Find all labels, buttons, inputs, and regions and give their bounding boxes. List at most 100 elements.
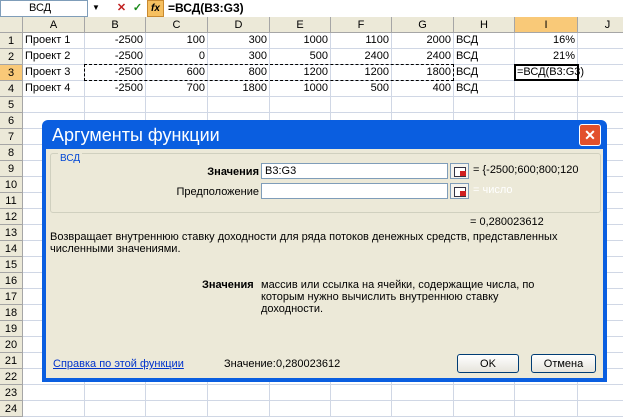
row-header[interactable]: 8 bbox=[0, 145, 23, 161]
cell[interactable] bbox=[578, 401, 623, 417]
cell[interactable]: 2400 bbox=[392, 49, 454, 65]
column-header[interactable]: E bbox=[270, 17, 331, 33]
row-header[interactable]: 23 bbox=[0, 385, 23, 401]
row-header[interactable]: 11 bbox=[0, 193, 23, 209]
row-header[interactable]: 13 bbox=[0, 225, 23, 241]
column-header[interactable]: D bbox=[208, 17, 270, 33]
name-box-dropdown-icon[interactable]: ▼ bbox=[89, 2, 103, 14]
cell[interactable]: Проект 1 bbox=[23, 33, 85, 49]
column-header[interactable]: H bbox=[454, 17, 515, 33]
cell[interactable]: 0 bbox=[146, 49, 208, 65]
row-header[interactable]: 7 bbox=[0, 129, 23, 145]
cell[interactable]: 800 bbox=[208, 65, 270, 81]
cell[interactable] bbox=[515, 81, 578, 97]
row-header[interactable]: 18 bbox=[0, 305, 23, 321]
cell[interactable] bbox=[331, 385, 392, 401]
cell[interactable] bbox=[270, 97, 331, 113]
cell[interactable] bbox=[85, 385, 146, 401]
help-link[interactable]: Справка по этой функции bbox=[53, 358, 184, 370]
cell[interactable] bbox=[454, 97, 515, 113]
cell[interactable] bbox=[85, 97, 146, 113]
cell[interactable] bbox=[146, 385, 208, 401]
row-header[interactable]: 21 bbox=[0, 353, 23, 369]
row-header[interactable]: 1 bbox=[0, 33, 23, 49]
cell[interactable]: 300 bbox=[208, 49, 270, 65]
cell[interactable] bbox=[23, 385, 85, 401]
cell[interactable] bbox=[392, 401, 454, 417]
cell[interactable]: 300 bbox=[208, 33, 270, 49]
arg1-input[interactable]: B3:G3 bbox=[261, 163, 448, 179]
cell[interactable] bbox=[23, 401, 85, 417]
row-header[interactable]: 24 bbox=[0, 401, 23, 417]
cell[interactable] bbox=[454, 401, 515, 417]
cell[interactable]: ВСД bbox=[454, 81, 515, 97]
row-header[interactable]: 14 bbox=[0, 241, 23, 257]
cell[interactable]: 700 bbox=[146, 81, 208, 97]
cell[interactable] bbox=[208, 401, 270, 417]
cell[interactable] bbox=[208, 385, 270, 401]
cell[interactable]: 500 bbox=[331, 81, 392, 97]
cell[interactable] bbox=[392, 97, 454, 113]
active-cell[interactable]: =ВСД(B3:G3) bbox=[514, 64, 584, 81]
cell[interactable]: Проект 2 bbox=[23, 49, 85, 65]
cell[interactable] bbox=[270, 401, 331, 417]
cell[interactable] bbox=[578, 385, 623, 401]
cell[interactable] bbox=[515, 385, 578, 401]
cell[interactable]: 400 bbox=[392, 81, 454, 97]
row-header[interactable]: 20 bbox=[0, 337, 23, 353]
row-header[interactable]: 9 bbox=[0, 161, 23, 177]
cell[interactable]: -2500 bbox=[85, 49, 146, 65]
column-header[interactable]: B bbox=[85, 17, 146, 33]
cell[interactable] bbox=[454, 385, 515, 401]
name-box[interactable]: ВСД bbox=[0, 0, 88, 17]
row-header[interactable]: 6 bbox=[0, 113, 23, 129]
cell[interactable] bbox=[146, 401, 208, 417]
cell[interactable]: 100 bbox=[146, 33, 208, 49]
cell[interactable] bbox=[208, 97, 270, 113]
cell[interactable]: ВСД bbox=[454, 49, 515, 65]
cell[interactable] bbox=[578, 65, 623, 81]
close-icon[interactable]: ✕ bbox=[579, 124, 601, 146]
cell[interactable]: 1000 bbox=[270, 33, 331, 49]
cell[interactable] bbox=[331, 401, 392, 417]
collapse-dialog-icon[interactable] bbox=[450, 163, 469, 179]
row-header[interactable]: 3 bbox=[0, 65, 23, 81]
column-header[interactable]: G bbox=[392, 17, 454, 33]
cell[interactable] bbox=[392, 385, 454, 401]
cell[interactable]: 1800 bbox=[392, 65, 454, 81]
cell[interactable]: -2500 bbox=[85, 33, 146, 49]
cancel-button[interactable]: Отмена bbox=[531, 354, 596, 373]
cell[interactable]: 1200 bbox=[331, 65, 392, 81]
arg2-input[interactable] bbox=[261, 183, 448, 199]
enter-formula-icon[interactable]: ✓ bbox=[130, 1, 145, 16]
ok-button[interactable]: OK bbox=[457, 354, 519, 373]
cell[interactable]: 1200 bbox=[270, 65, 331, 81]
formula-input[interactable]: =ВСД(B3:G3) bbox=[168, 1, 244, 15]
cell[interactable]: ВСД bbox=[454, 33, 515, 49]
cell[interactable]: -2500 bbox=[85, 65, 146, 81]
column-header[interactable]: C bbox=[146, 17, 208, 33]
cell[interactable]: 2000 bbox=[392, 33, 454, 49]
column-header[interactable]: I bbox=[515, 17, 578, 33]
cell[interactable]: 2400 bbox=[331, 49, 392, 65]
cell[interactable] bbox=[578, 33, 623, 49]
cell[interactable] bbox=[23, 97, 85, 113]
cell[interactable]: 16% bbox=[515, 33, 578, 49]
column-header[interactable]: F bbox=[331, 17, 392, 33]
cell[interactable]: Проект 3 bbox=[23, 65, 85, 81]
cell[interactable]: 1800 bbox=[208, 81, 270, 97]
collapse-dialog-icon[interactable] bbox=[450, 183, 469, 199]
cell[interactable] bbox=[85, 401, 146, 417]
cell[interactable] bbox=[270, 385, 331, 401]
cell[interactable]: 600 bbox=[146, 65, 208, 81]
row-header[interactable]: 22 bbox=[0, 369, 23, 385]
cell[interactable]: 1100 bbox=[331, 33, 392, 49]
column-header[interactable]: J bbox=[578, 17, 623, 33]
row-header[interactable]: 4 bbox=[0, 81, 23, 97]
select-all-corner[interactable] bbox=[0, 17, 23, 33]
cell[interactable]: ВСД bbox=[454, 65, 515, 81]
cell[interactable] bbox=[146, 97, 208, 113]
cell[interactable] bbox=[515, 401, 578, 417]
cell[interactable]: Проект 4 bbox=[23, 81, 85, 97]
row-header[interactable]: 17 bbox=[0, 289, 23, 305]
